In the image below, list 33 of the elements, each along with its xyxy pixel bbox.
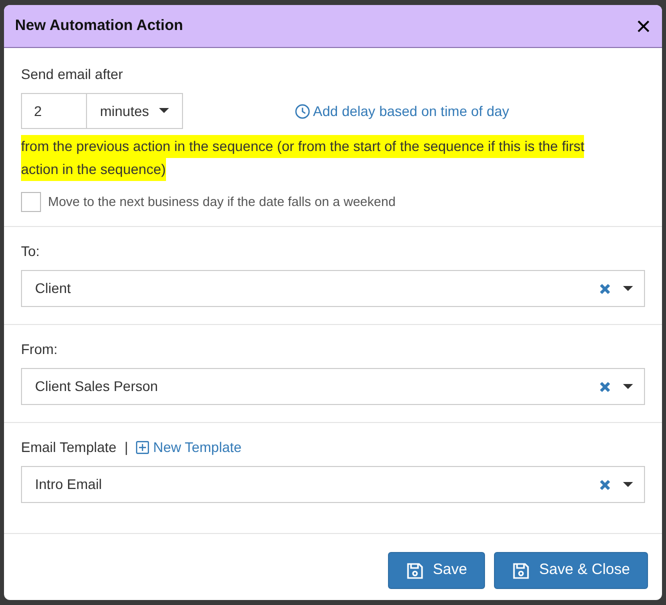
- clear-icon[interactable]: [599, 380, 611, 392]
- select-value: Intro Email: [35, 475, 102, 494]
- save-button[interactable]: Save & Close: [494, 552, 648, 589]
- time-of-day-link[interactable]: Add delay based on time of day: [295, 100, 510, 122]
- select-field[interactable]: Client: [21, 270, 645, 307]
- field-label: To:: [21, 242, 40, 261]
- select-value: Client: [35, 279, 71, 298]
- clear-icon[interactable]: [599, 478, 611, 490]
- separator: |: [124, 438, 128, 457]
- field-label: Email Template: [21, 438, 116, 457]
- field-label: Send email after: [21, 65, 124, 84]
- save-icon: [406, 562, 424, 580]
- field-label: From:: [21, 340, 58, 359]
- caret-icon: [159, 108, 170, 114]
- save-button[interactable]: Save: [388, 552, 486, 589]
- select-field[interactable]: Intro Email: [21, 466, 645, 503]
- dialog-title: New Automation Action: [15, 16, 184, 36]
- new-template-link[interactable]: New Template: [136, 437, 242, 458]
- clear-icon[interactable]: [599, 282, 611, 294]
- select-value: Client Sales Person: [35, 377, 158, 396]
- select-field[interactable]: Client Sales Person: [21, 368, 645, 405]
- sequence-note: action in the sequence): [21, 158, 166, 181]
- save-icon: [512, 562, 530, 580]
- unit-dropdown[interactable]: minutes: [87, 93, 184, 129]
- caret-icon: [623, 482, 633, 488]
- amount-field[interactable]: 2: [21, 93, 87, 129]
- clock-icon: [295, 104, 310, 118]
- weekend-checkbox[interactable]: [21, 192, 41, 212]
- checkbox-label: Move to the next business day if the date falls on a weekend: [48, 193, 396, 212]
- caret-icon: [623, 286, 633, 292]
- caret-icon: [623, 384, 633, 390]
- plus-square-icon: [136, 441, 150, 454]
- close-button[interactable]: ×: [636, 13, 651, 39]
